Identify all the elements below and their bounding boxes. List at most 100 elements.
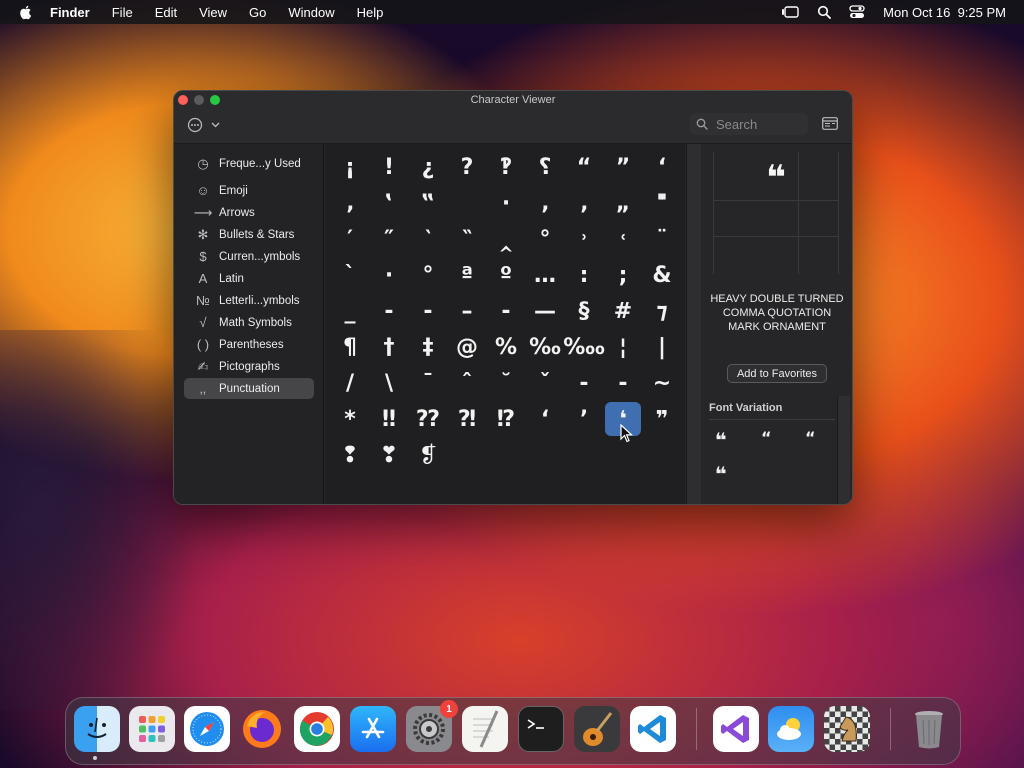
character-cell[interactable]: -	[605, 366, 641, 400]
character-cell[interactable]: …	[527, 258, 563, 292]
menu-edit[interactable]: Edit	[155, 5, 177, 20]
character-cell[interactable]: ❞	[644, 402, 680, 436]
sidebar-item[interactable]: ✍ Pictographs	[184, 356, 314, 377]
sidebar-item[interactable]: ✻ Bullets & Stars	[184, 224, 314, 245]
character-cell[interactable]: ⁉	[488, 402, 524, 436]
character-cell[interactable]: ¦	[605, 330, 641, 364]
control-center-icon[interactable]	[849, 5, 865, 19]
character-cell[interactable]: ‱	[563, 330, 605, 364]
character-cell[interactable]: #	[605, 294, 641, 328]
character-cell[interactable]: ⁈	[449, 402, 485, 436]
character-cell[interactable]: ˇ	[527, 366, 563, 400]
character-cell[interactable]: ‘	[644, 150, 680, 184]
character-cell[interactable]: —	[527, 294, 563, 328]
character-cell[interactable]: |	[644, 330, 680, 364]
detail-scrollbar[interactable]	[837, 396, 850, 504]
menu-view[interactable]: View	[199, 5, 227, 20]
character-cell[interactable]: –	[449, 294, 485, 328]
add-to-favorites-button[interactable]: Add to Favorites	[727, 364, 827, 383]
character-cell[interactable]: §	[566, 294, 602, 328]
character-cell[interactable]: ”	[605, 150, 641, 184]
character-cell[interactable]: @	[449, 330, 485, 364]
character-cell[interactable]: _	[332, 294, 368, 328]
character-cell[interactable]: ‵	[410, 222, 446, 256]
character-cell[interactable]: “	[566, 150, 602, 184]
character-cell[interactable]: ‰	[527, 330, 563, 364]
character-cell[interactable]: ;	[605, 258, 641, 292]
sidebar-item[interactable]: $ Curren...ymbols	[184, 246, 314, 267]
character-cell[interactable]: ‑	[488, 294, 524, 328]
character-cell[interactable]: /	[332, 366, 368, 400]
character-cell[interactable]: ‘	[527, 402, 563, 436]
dock-vscode[interactable]	[630, 706, 676, 752]
character-cell[interactable]: -	[566, 366, 602, 400]
font-variation-item[interactable]: “	[761, 428, 772, 447]
sidebar-item[interactable]: A Latin	[184, 268, 314, 289]
character-cell[interactable]: !	[371, 150, 407, 184]
search-field[interactable]	[690, 113, 808, 135]
search-input[interactable]	[714, 115, 802, 133]
character-cell[interactable]: ⁊	[644, 294, 680, 328]
dock-chrome[interactable]	[294, 706, 340, 752]
dock-launchpad[interactable]	[129, 706, 175, 752]
character-cell[interactable]: ‚	[566, 186, 602, 220]
dock-textedit[interactable]	[462, 706, 508, 752]
menu-help[interactable]: Help	[357, 5, 384, 20]
character-cell[interactable]: ‶	[449, 222, 485, 256]
character-cell[interactable]: ❣	[371, 438, 407, 472]
character-cell[interactable]: ❡	[410, 438, 446, 472]
stage-manager-icon[interactable]	[781, 5, 799, 19]
sidebar-item[interactable]: √ Math Symbols	[184, 312, 314, 333]
dock-app-store[interactable]	[350, 706, 396, 752]
dock-trash[interactable]	[906, 706, 952, 752]
dock-terminal[interactable]	[518, 706, 564, 752]
character-cell[interactable]: ˘	[488, 366, 524, 400]
font-variation-item[interactable]: ❝	[715, 462, 727, 486]
character-cell[interactable]: ¨	[644, 222, 680, 256]
character-cell[interactable]: ˓	[605, 222, 641, 256]
character-cell[interactable]: -	[410, 294, 446, 328]
sidebar-item[interactable]: ⟶ Arrows	[184, 202, 314, 223]
character-cell[interactable]: &	[644, 258, 680, 292]
sidebar-item[interactable]: ( ) Parentheses	[184, 334, 314, 355]
character-cell[interactable]: °	[527, 222, 563, 256]
character-cell[interactable]: ‸	[488, 222, 524, 256]
apple-logo-icon[interactable]	[18, 4, 34, 20]
sidebar-item[interactable]: ☺ Emoji	[184, 180, 314, 201]
character-cell[interactable]: ‡	[410, 330, 446, 364]
character-cell[interactable]: :	[566, 258, 602, 292]
character-cell[interactable]: ‐	[371, 294, 407, 328]
character-cell[interactable]: †	[371, 330, 407, 364]
grid-scrollbar[interactable]	[686, 144, 701, 504]
menubar-clock[interactable]: Mon Oct 16 9:25 PM	[883, 5, 1006, 20]
character-cell[interactable]: ·	[371, 258, 407, 292]
character-cell[interactable]: ‛	[371, 186, 407, 220]
character-cell[interactable]: °	[410, 258, 446, 292]
view-options-button[interactable]	[187, 117, 220, 133]
dock-chess[interactable]	[824, 706, 870, 752]
character-cell[interactable]: ‚	[332, 186, 368, 220]
dock-weather[interactable]	[768, 706, 814, 752]
character-cell[interactable]: ~	[644, 366, 680, 400]
dock-finder[interactable]	[74, 706, 120, 752]
font-variation-item[interactable]: “	[805, 428, 816, 447]
character-cell[interactable]: ¿	[410, 150, 446, 184]
sidebar-toggle-icon[interactable]	[822, 117, 838, 130]
spotlight-search-icon[interactable]	[817, 5, 832, 19]
character-cell[interactable]: "	[644, 186, 680, 220]
character-cell[interactable]: %	[488, 330, 524, 364]
character-cell[interactable]: ‚	[527, 186, 563, 220]
menu-app-finder[interactable]: Finder	[50, 5, 90, 20]
character-cell[interactable]: ‼	[371, 402, 407, 436]
sidebar-item[interactable]: ◷ Freque...y Used	[184, 153, 314, 174]
character-cell[interactable]: ˒	[566, 222, 602, 256]
character-cell[interactable]: ″	[371, 222, 407, 256]
character-cell[interactable]: ¯	[410, 366, 446, 400]
dock-firefox[interactable]	[239, 706, 285, 752]
character-cell[interactable]: ′	[332, 222, 368, 256]
character-cell[interactable]: ˆ	[449, 366, 485, 400]
character-cell[interactable]: ¶	[332, 330, 368, 364]
font-variation-item[interactable]: ❝	[715, 428, 727, 452]
dock-safari[interactable]	[184, 706, 230, 752]
menu-go[interactable]: Go	[249, 5, 266, 20]
